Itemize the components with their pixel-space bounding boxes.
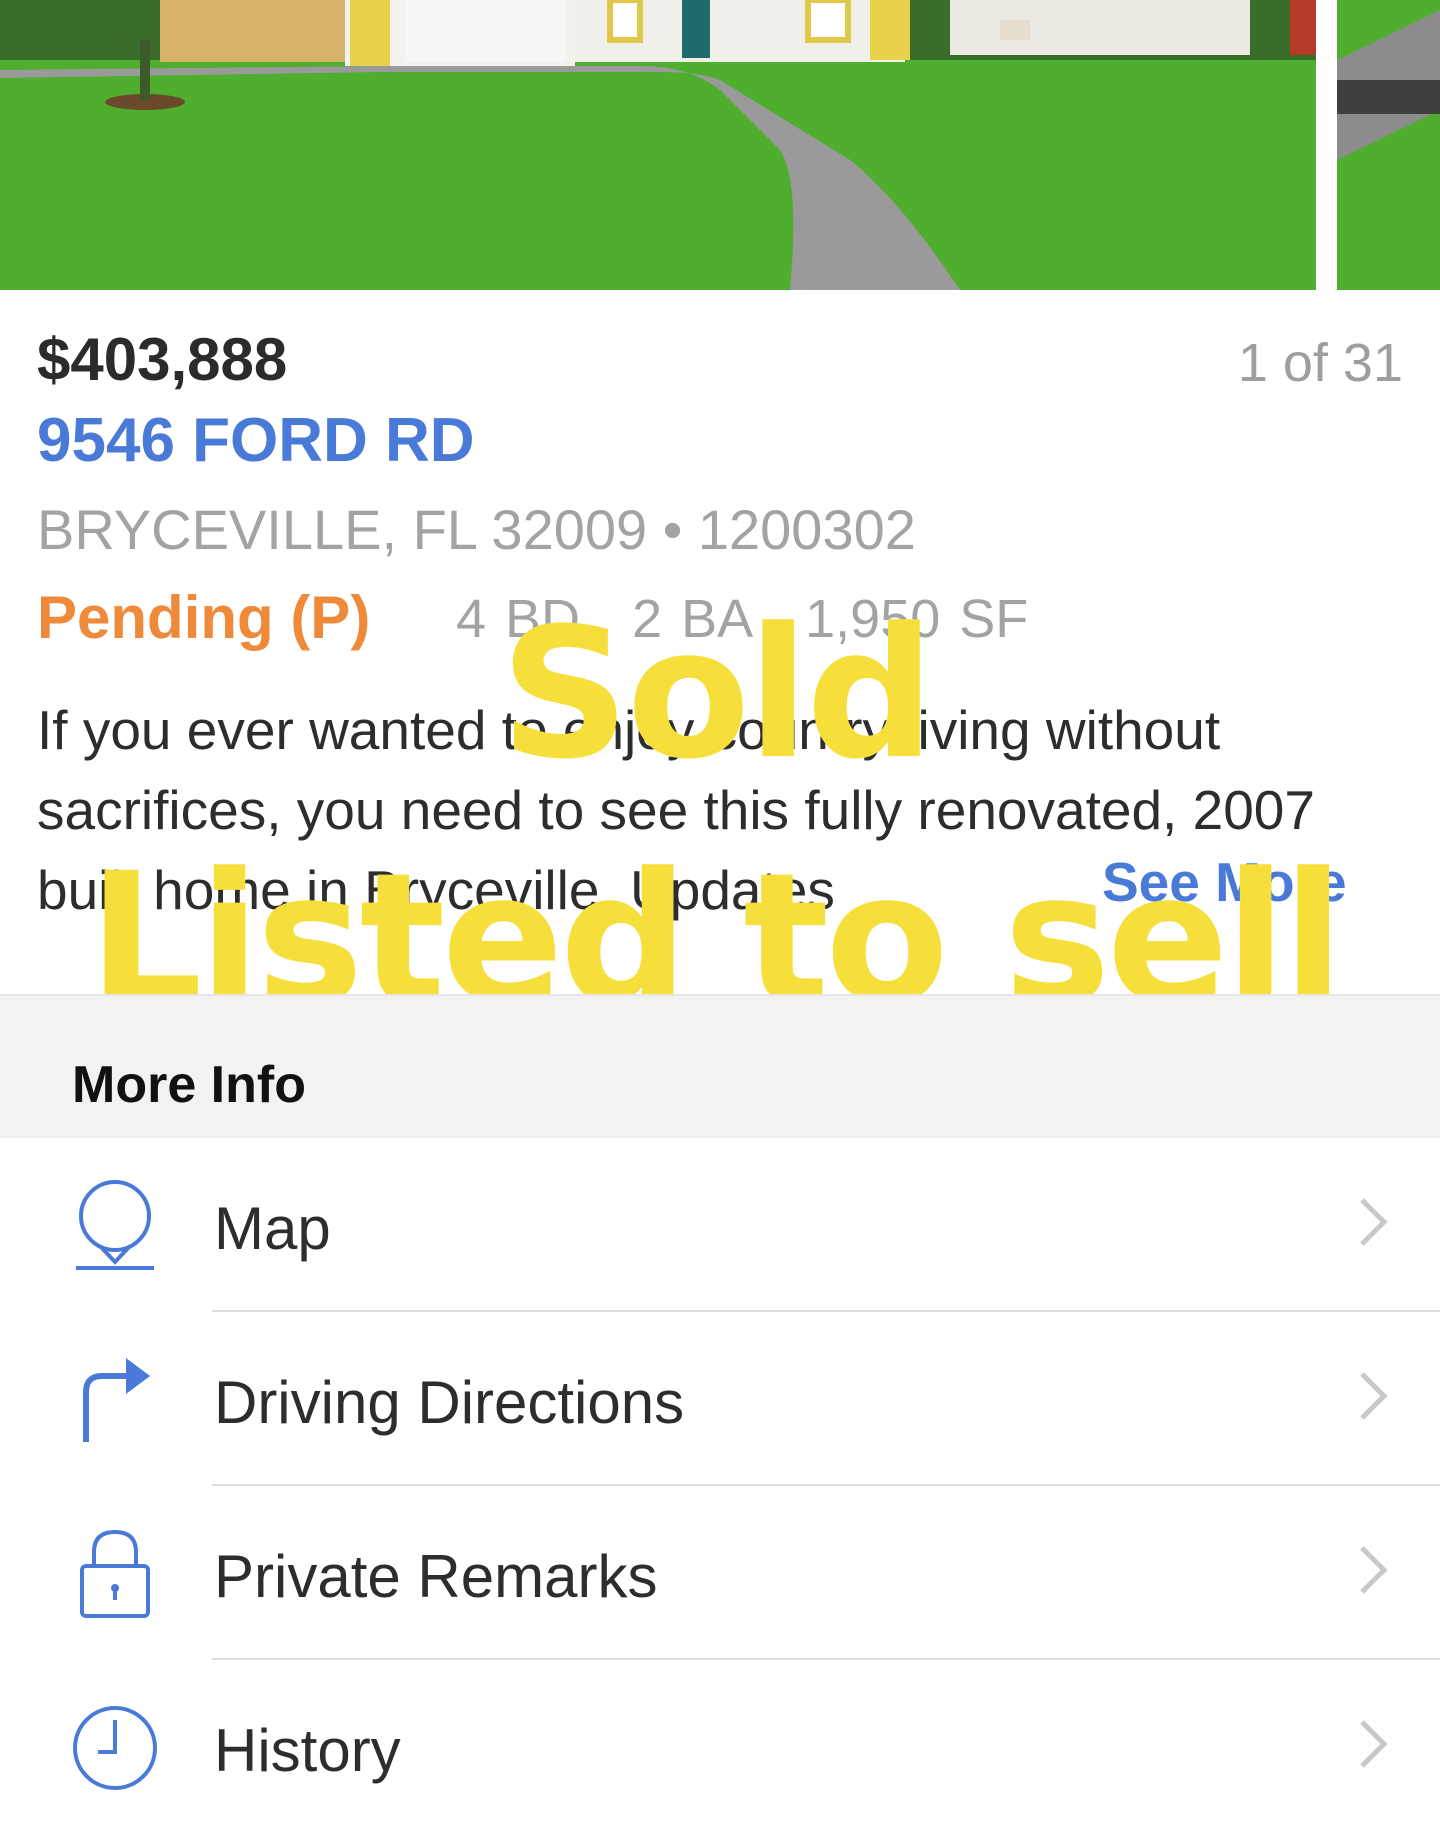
listing-address-link[interactable]: 9546 FORD RD — [37, 405, 475, 476]
sold-overlay-text: Sold — [500, 590, 935, 799]
lock-icon — [80, 1529, 150, 1618]
more-info-item-label: Driving Directions — [214, 1369, 685, 1436]
listing-photo[interactable] — [0, 0, 1316, 290]
listing-price: $403,888 — [37, 326, 288, 393]
more-info-item-label: Map — [214, 1195, 331, 1262]
city-and-mls-number: BRYCEVILLE, FL 32009 • 1200302 — [37, 498, 916, 561]
map-pin-icon — [76, 1180, 154, 1270]
more-info-item-private-remarks[interactable]: Private Remarks — [0, 1486, 1440, 1660]
chevron-right-icon — [1360, 1720, 1388, 1768]
more-info-item-driving-directions[interactable]: Driving Directions — [0, 1312, 1440, 1486]
more-info-item-history[interactable]: History — [0, 1660, 1440, 1834]
more-info-item-label: History — [214, 1717, 401, 1784]
more-info-item-label: Private Remarks — [214, 1543, 658, 1610]
next-photo-peek[interactable] — [1337, 0, 1440, 290]
status-badge: Pending (P) — [37, 584, 371, 651]
more-info-title: More Info — [72, 1056, 306, 1114]
chevron-right-icon — [1360, 1198, 1388, 1246]
chevron-right-icon — [1360, 1372, 1388, 1420]
more-info-item-map[interactable]: Map — [0, 1138, 1440, 1312]
listing-photo-carousel[interactable] — [0, 0, 1440, 290]
clock-icon — [73, 1706, 157, 1790]
photo-counter: 1 of 31 — [1237, 333, 1403, 393]
turn-right-arrow-icon — [83, 1358, 150, 1442]
chevron-right-icon — [1360, 1546, 1388, 1594]
